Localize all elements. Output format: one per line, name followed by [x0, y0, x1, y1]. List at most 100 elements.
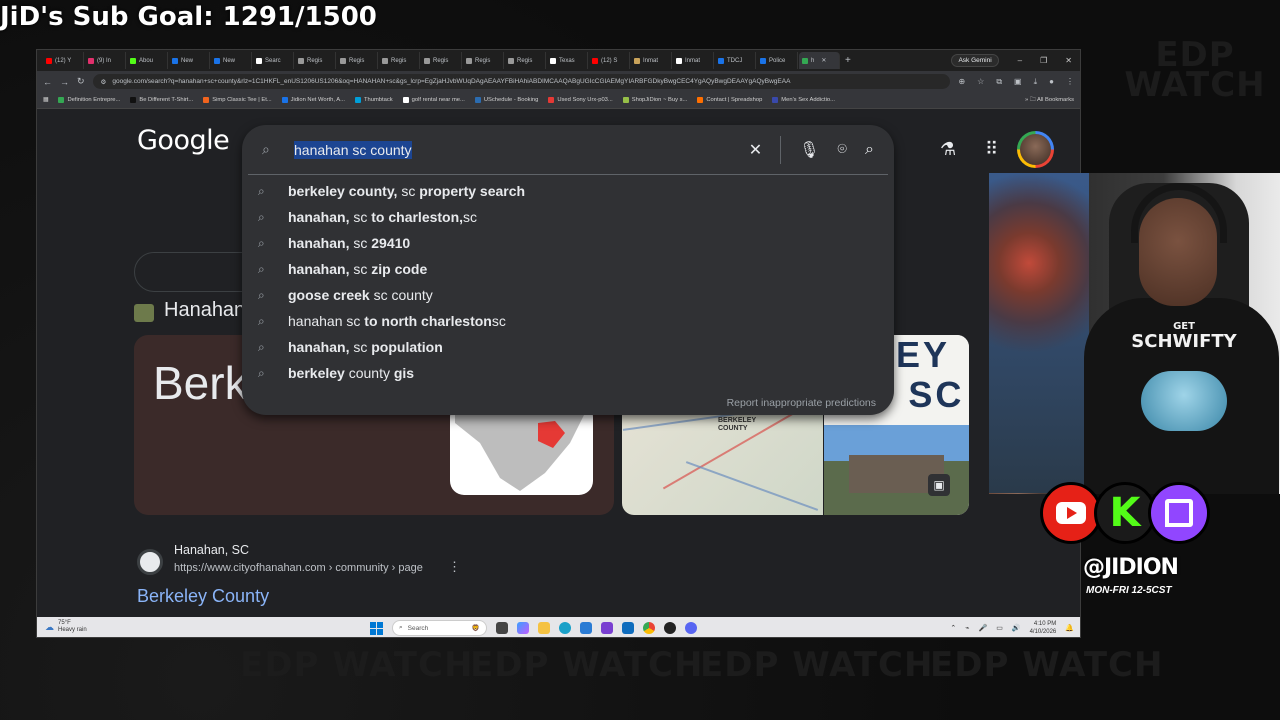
bookmark-item[interactable]: Thumbtack [354, 97, 393, 103]
result-url[interactable]: https://www.cityofhanahan.com › communit… [174, 562, 423, 574]
google-apps-icon[interactable]: ⠿ [985, 139, 998, 160]
tab[interactable]: TDCJ [715, 52, 756, 69]
suggestion-item[interactable]: ⌕ hanahan, sc 29410 [242, 230, 894, 256]
outlook-icon[interactable] [622, 622, 634, 634]
bookmark-favicon [130, 97, 137, 103]
taskbar-clock[interactable]: 4:10 PM 4/10/2026 [1030, 620, 1057, 636]
task-view-icon[interactable] [496, 622, 508, 634]
bookmark-item[interactable]: ShopJiDion ~ Buy s... [622, 97, 687, 103]
file-explorer-icon[interactable] [538, 622, 550, 634]
result-more-icon[interactable]: ⋮ [448, 559, 461, 575]
menu-dots-icon[interactable]: ⋮ [1066, 77, 1074, 87]
weather-widget[interactable]: ☁ 75°F Heavy rain [45, 620, 87, 634]
result-site-name[interactable]: Hanahan, SC [174, 543, 249, 557]
suggestion-item[interactable]: ⌕ hanahan, sc to charleston, sc [242, 204, 894, 230]
tab-active[interactable]: h ✕ [799, 52, 840, 69]
store-icon[interactable] [580, 622, 592, 634]
bookmark-item[interactable]: Be Different T-Shirt... [130, 97, 193, 103]
suggestion-item[interactable]: ⌕ berkeley county, sc property search [242, 178, 894, 204]
tab[interactable]: Regis [505, 52, 546, 69]
suggestion-item[interactable]: ⌕ berkeley county gis [242, 360, 894, 386]
bookmark-item[interactable]: Used Sony Urx-p03... [548, 97, 613, 103]
mic-icon[interactable]: 🎤 [979, 624, 988, 632]
new-tab-button[interactable]: + [845, 55, 851, 66]
notification-bell-icon[interactable]: 🔔 [1065, 624, 1074, 632]
obs-icon[interactable] [664, 622, 676, 634]
suggestion-bold: population [371, 339, 443, 355]
split-view-icon[interactable]: ▣ [1014, 77, 1022, 87]
reload-icon[interactable]: ↻ [77, 76, 85, 87]
suggestion-item[interactable]: ⌕ hanahan sc to north charleston sc [242, 308, 894, 334]
back-arrow-icon[interactable]: ← [43, 77, 52, 87]
labs-flask-icon[interactable]: ⚗ [940, 139, 956, 160]
report-predictions-link[interactable]: Report inappropriate predictions [727, 397, 876, 409]
tab[interactable]: Inmat [631, 52, 672, 69]
discord-icon[interactable] [685, 622, 697, 634]
bookmark-item[interactable]: USchedule - Booking [474, 97, 538, 103]
google-logo[interactable]: Google [137, 125, 230, 156]
bookmark-item[interactable]: Contact | Spreadshop [697, 97, 762, 103]
suggestion-item[interactable]: ⌕ hanahan, sc population [242, 334, 894, 360]
tab[interactable]: Police [757, 52, 798, 69]
suggestion-item[interactable]: ⌕ goose creek sc county [242, 282, 894, 308]
bookmark-item[interactable]: Men's Sex Addictio... [772, 97, 835, 103]
windows-start-icon[interactable] [370, 621, 383, 635]
minimize-icon[interactable]: – [1018, 56, 1022, 65]
network-icon[interactable]: ⌁ [965, 624, 969, 632]
tab[interactable]: Regis [295, 52, 336, 69]
microphone-icon[interactable]: 🎙 [799, 140, 819, 160]
download-icon[interactable]: ⤓ [1034, 77, 1038, 87]
chrome-icon[interactable] [643, 622, 655, 634]
taskbar-search[interactable]: ⌕ Search 🦁 [392, 620, 487, 636]
tab-close-icon[interactable]: ✕ [821, 57, 826, 64]
image-gallery-icon[interactable]: ▣ [928, 474, 950, 496]
search-box[interactable]: ⌕ hanahan sc county ✕ 🎙 ⌾ ⌕ [248, 125, 888, 175]
tab[interactable]: Texas [547, 52, 588, 69]
search-submit-icon[interactable]: ⌕ [865, 141, 874, 159]
tab[interactable]: Regis [379, 52, 420, 69]
tab[interactable]: New [211, 52, 252, 69]
knowledge-panel-title[interactable]: Hanahan [164, 299, 245, 322]
account-avatar[interactable] [1017, 131, 1054, 168]
bookmark-favicon [697, 97, 704, 103]
zoom-icon[interactable]: ⊕ [958, 77, 965, 87]
tab[interactable]: Inmat [673, 52, 714, 69]
app-icon[interactable] [601, 622, 613, 634]
chevron-up-icon[interactable]: ⌃ [950, 624, 956, 632]
tab[interactable]: New [169, 52, 210, 69]
tab[interactable]: (12) S [589, 52, 630, 69]
ask-gemini-button[interactable]: Ask Gemini [951, 54, 999, 67]
suggestion-item[interactable]: ⌕ hanahan, sc zip code [242, 256, 894, 282]
extensions-icon[interactable]: ⧉ [996, 77, 1002, 87]
profile-icon[interactable]: ● [1049, 77, 1054, 87]
close-window-icon[interactable]: ✕ [1065, 56, 1072, 65]
bookmark-star-icon[interactable]: ☆ [977, 77, 984, 87]
copilot-icon[interactable] [517, 622, 529, 634]
apps-grid-icon[interactable]: ▦ [43, 97, 48, 103]
site-info-icon[interactable]: ⚙ [101, 78, 107, 86]
edge-icon[interactable] [559, 622, 571, 634]
wall-art [989, 173, 1089, 493]
tab[interactable]: Regis [421, 52, 462, 69]
bookmark-item[interactable]: Definition Entrepre... [58, 97, 120, 103]
battery-icon[interactable]: ▭ [996, 624, 1003, 632]
tab[interactable]: Regis [337, 52, 378, 69]
forward-arrow-icon[interactable]: → [60, 77, 69, 87]
tab[interactable]: (12) Y [43, 52, 84, 69]
camera-lens-icon[interactable]: ⌾ [837, 141, 847, 159]
maximize-icon[interactable]: ❐ [1040, 56, 1047, 65]
address-bar[interactable]: ⚙ google.com/search?q=hanahan+sc+county&… [92, 74, 951, 89]
speaker-icon[interactable]: 🔊 [1012, 624, 1021, 632]
result-title-link[interactable]: Berkeley County [137, 586, 269, 607]
all-bookmarks-folder[interactable]: » 🗀 All Bookmarks [1025, 95, 1074, 105]
tab[interactable]: Regis [463, 52, 504, 69]
tab-label: Texas [559, 57, 575, 64]
tab[interactable]: (9) In [85, 52, 126, 69]
bookmark-item[interactable]: Simp Classic Tee | Et... [203, 97, 272, 103]
tab[interactable]: Searc [253, 52, 294, 69]
tab[interactable]: Abou [127, 52, 168, 69]
bookmark-item[interactable]: Jidion Net Worth, A... [281, 97, 345, 103]
bookmark-item[interactable]: golf rental near me... [402, 97, 465, 103]
clear-icon[interactable]: ✕ [749, 140, 762, 160]
search-input[interactable]: hanahan sc county [294, 140, 412, 159]
